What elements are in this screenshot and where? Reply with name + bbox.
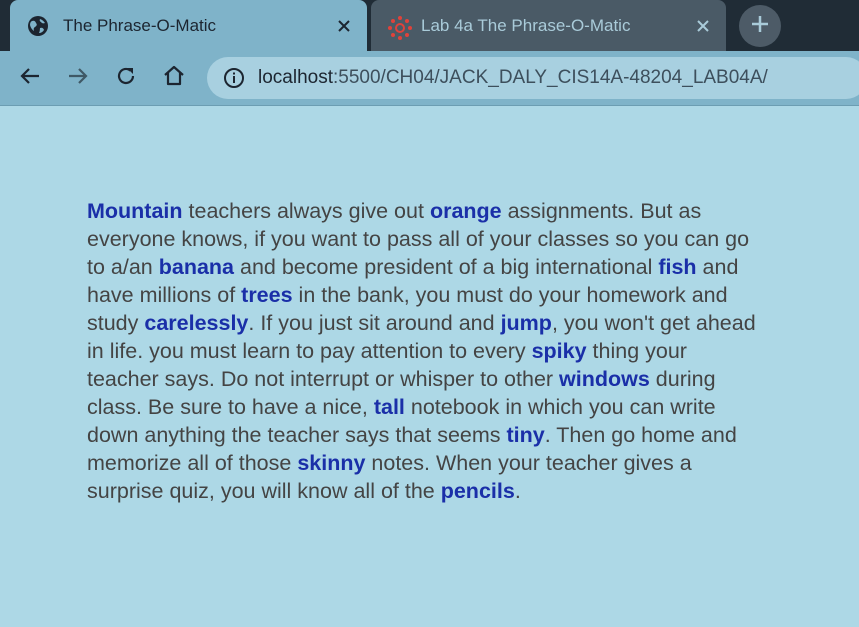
phrase-text: .: [514, 479, 521, 503]
globe-icon: [27, 15, 49, 37]
random-word: fish: [658, 255, 697, 279]
home-button[interactable]: [159, 63, 189, 93]
close-tab-icon[interactable]: [692, 15, 714, 37]
back-button[interactable]: [15, 63, 45, 93]
random-word: jump: [500, 311, 552, 335]
plus-icon: [750, 14, 770, 39]
address-bar[interactable]: localhost:5500/CH04/JACK_DALY_CIS14A-482…: [207, 57, 859, 99]
reload-icon: [114, 64, 138, 93]
url-host: localhost: [258, 67, 333, 88]
url-path: :5500/CH04/JACK_DALY_CIS14A-48204_LAB04A…: [333, 67, 768, 88]
canvas-logo-icon: [387, 15, 412, 40]
reload-button[interactable]: [111, 63, 141, 93]
close-tab-icon[interactable]: [333, 15, 355, 37]
phrase-text: teachers always give out: [182, 199, 430, 223]
tab-phrase-o-matic[interactable]: The Phrase-O-Matic: [10, 0, 367, 51]
random-word: pencils: [440, 479, 515, 503]
phrase-paragraph: Mountain teachers always give out orange…: [87, 197, 757, 505]
browser-toolbar: localhost:5500/CH04/JACK_DALY_CIS14A-482…: [0, 51, 859, 106]
url-text: localhost:5500/CH04/JACK_DALY_CIS14A-482…: [258, 67, 768, 89]
arrow-right-icon: [66, 64, 90, 93]
arrow-left-icon: [18, 64, 42, 93]
random-word: carelessly: [144, 311, 249, 335]
tab-strip: The Phrase-O-Matic Lab 4a The Phrase-O-M…: [0, 0, 859, 51]
tab-lab-4a[interactable]: Lab 4a The Phrase-O-Matic: [371, 0, 726, 51]
random-word: windows: [559, 367, 650, 391]
info-icon[interactable]: [223, 67, 245, 89]
random-word: tiny: [506, 423, 545, 447]
phrase-text: . If you just sit around and: [248, 311, 501, 335]
new-tab-button[interactable]: [739, 5, 781, 47]
random-word: banana: [158, 255, 235, 279]
random-word: trees: [241, 283, 293, 307]
forward-button[interactable]: [63, 63, 93, 93]
phrase-text: and become president of a big internatio…: [234, 255, 659, 279]
tab-title: Lab 4a The Phrase-O-Matic: [421, 16, 631, 35]
tab-title: The Phrase-O-Matic: [63, 16, 217, 35]
random-word: skinny: [297, 451, 366, 475]
random-word: orange: [429, 199, 502, 223]
random-word: spiky: [531, 339, 587, 363]
random-word: tall: [373, 395, 405, 419]
home-icon: [162, 64, 186, 93]
random-word: Mountain: [87, 199, 183, 223]
